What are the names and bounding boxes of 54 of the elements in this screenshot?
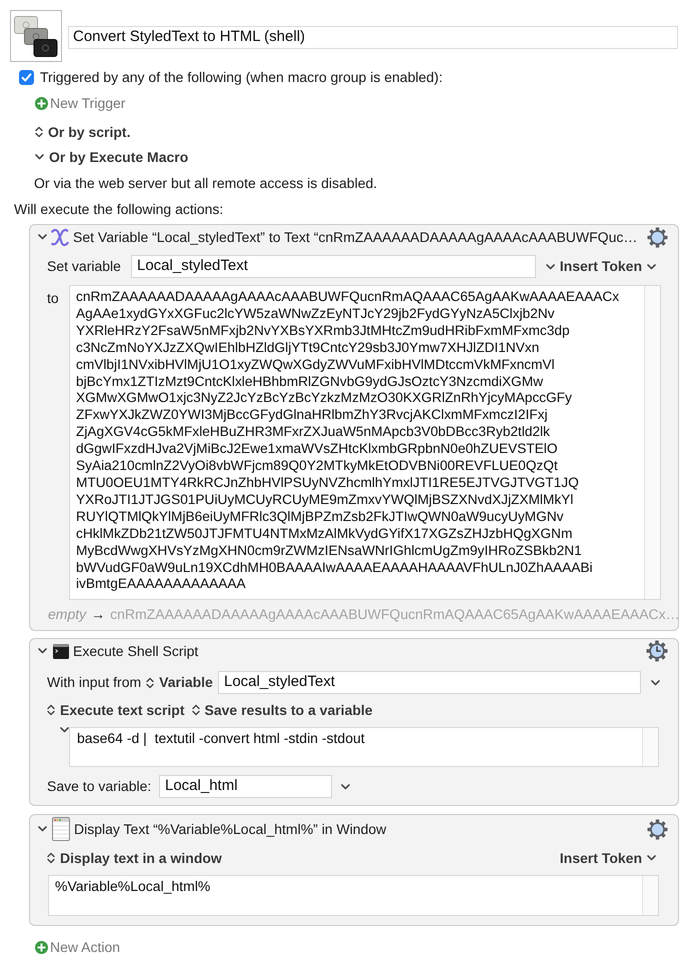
gear-icon[interactable]	[647, 818, 668, 840]
macro-name-field[interactable]: Convert StyledText to HTML (shell)	[68, 26, 678, 49]
up-down-chevron-icon	[192, 704, 200, 716]
up-down-chevron-icon	[47, 704, 55, 716]
action-title: Set Variable “Local_styledText” to Text “cnRmZAAAAAADAAAAAgAAAAcAAABUWFQuc…	[73, 228, 638, 247]
field-label: Set variable	[47, 257, 122, 276]
popup-button[interactable]: Execute text script	[47, 700, 184, 720]
popup-button[interactable]: Variable	[146, 672, 213, 693]
text-field[interactable]: Local_styledText	[218, 671, 641, 694]
window-icon	[52, 817, 70, 841]
text-field[interactable]: Local_styledText	[131, 255, 536, 278]
plus-circle-icon	[35, 940, 48, 954]
action-title: Display Text “%Variable%Local_html%” in Window	[74, 820, 386, 839]
caret-icon	[647, 855, 656, 861]
gear-icon[interactable]	[647, 226, 668, 248]
dropdown-chevron-icon[interactable]	[341, 784, 350, 790]
up-down-chevron-icon	[47, 852, 55, 864]
checkbox[interactable]	[19, 70, 34, 84]
plus-circle-icon	[35, 96, 48, 110]
new-trigger-button[interactable]: New Trigger	[35, 92, 126, 114]
text-field[interactable]: Local_html	[159, 775, 332, 798]
macro-icon	[10, 10, 62, 62]
field-label: Save to variable:	[47, 777, 152, 796]
action-title: Execute Shell Script	[73, 642, 198, 661]
insert-token-button[interactable]: Insert Token	[560, 848, 656, 868]
popup-button[interactable]: Or by script.	[35, 122, 130, 142]
disclosure-button[interactable]: Or by Execute Macro	[35, 146, 188, 168]
dropdown-chevron-icon[interactable]	[546, 264, 555, 270]
clock-gear-icon[interactable]	[646, 640, 668, 662]
disclosure-chevron-icon[interactable]	[38, 234, 47, 240]
section-heading: Will execute the following actions:	[14, 200, 224, 218]
field-label: With input from	[47, 673, 142, 692]
dropdown-chevron-icon[interactable]	[651, 680, 660, 686]
up-down-chevron-icon	[35, 126, 43, 138]
arrow-icon: →	[91, 604, 106, 624]
popup-button[interactable]: Display text in a window	[47, 848, 222, 868]
disclosure-chevron-icon[interactable]	[60, 727, 69, 733]
terminal-icon	[53, 644, 69, 658]
disclosure-chevron-icon[interactable]	[38, 826, 47, 832]
result-preview: cnRmZAAAAAADAAAAAgAAAAcAAABUWFQucnRmAQAAAC65AgAAKwAAAAEAAACx…	[110, 604, 680, 624]
text-area[interactable]: cnRmZAAAAAADAAAAAgAAAAcAAABUWFQucnRmAQAAAC65AgAAKwAAAAEAAACx AgAAe1xydGYxXGFuc2lcYW5zaWNwZzEyNTJcY29jb2FydGYyNzA5Clxjb2Nv YXRleHRzY2FsaW5nMFxjb2NvYXBsYXRmb3JtMHtcZm9udHRibFxmMFxmc3dp c3NcZmNoYXJzZXQwIEhlbHZldGljYTt9CntcY29sb3J0Ymw7XHJlZDI1NVxn cmVlbjI1NVxibHVlMjU1O1xyZWQwXGdyZWVuMFxibHVlMDtccmVkMFxncmVl bjBcYmx1ZTIzMzt9CntcKlxleHBhbmRlZGNvbG9ydGJsOztcY3NzcmdiXGMw XGMwXGMwO1xjc3NyZ2JcYzBcYzBcYzkzMzMzO30KXGRlZnRhYjcyMApccGFy ZFxwYXJkZWZ0YWI3MjBccGFydGlnaHRlbmZhY3RvcjAKClxmMFxmczI2IFxj ZjAgXGV4cG5kMFxleHBuZHR3MFxrZXJuaW5nMApcb3V0bDBcc3Ryb2tld2lk dGgwIFxzdHJva2VjMiBcJ2Ewe1xmaWVsZHtcKlxmbGRpbnN0e0hZUEVSTElO SyAia210cmlnZ2VyOi8vbWFjcm89Q0Y2MTkyMkEtODVBNi00REVFLUE0QzQt MTU0OEU1MTY4RkRCJnZhbHVlPSUyNVZhcmlhYmxlJTI1RE5EJTVGJTVGT1JQ YXRoJTI1JTJGS01PUiUyMCUyRCUyME9mZmxvYWQlMjBSZXNvdXJjZXMlMkYl RUYlQTMlQkYlMjB6eiUyMFRlc3QlMjBPZmZsb2FkJTIwQWN0aW9ucyUyMGNv cHklMkZDb21tZW50JTJFMTU4NTMxMzAlMkVydGYifX17XGZsZHJzbHQgXGNm MyBcdWwgXHVsYzMgXHN0cm9rZWMzIENsaWNrIGhlcmUgZm9yIHRoZSBkb2N1 bWVudGF0aW9uLn19XCdhMH0BAAAAIwAAAAEAAAAHAAAAVFhULnJ0ZhAAAABi ivBmtgEAAAAAAAAAAAAA	[69, 285, 661, 600]
empty-label: empty	[48, 604, 86, 624]
up-down-chevron-icon	[146, 676, 154, 688]
caret-icon	[647, 264, 656, 270]
disclosure-chevron-icon[interactable]	[38, 648, 47, 654]
checkbox-label: Triggered by any of the following (when macro group is enabled):	[40, 68, 443, 87]
note-text: Or via the web server but all remote access is disabled.	[34, 174, 378, 192]
new-action-button[interactable]: New Action	[35, 936, 120, 958]
insert-token-button[interactable]: Insert Token	[560, 256, 656, 277]
italic-x-icon	[51, 228, 69, 246]
text-area[interactable]: %Variable%Local_html%	[48, 875, 659, 916]
popup-button[interactable]: Save results to a variable	[192, 700, 373, 720]
script-field[interactable]: base64 -d | textutil -convert html -stdin -stdout	[69, 727, 659, 767]
field-label: to	[47, 289, 60, 308]
